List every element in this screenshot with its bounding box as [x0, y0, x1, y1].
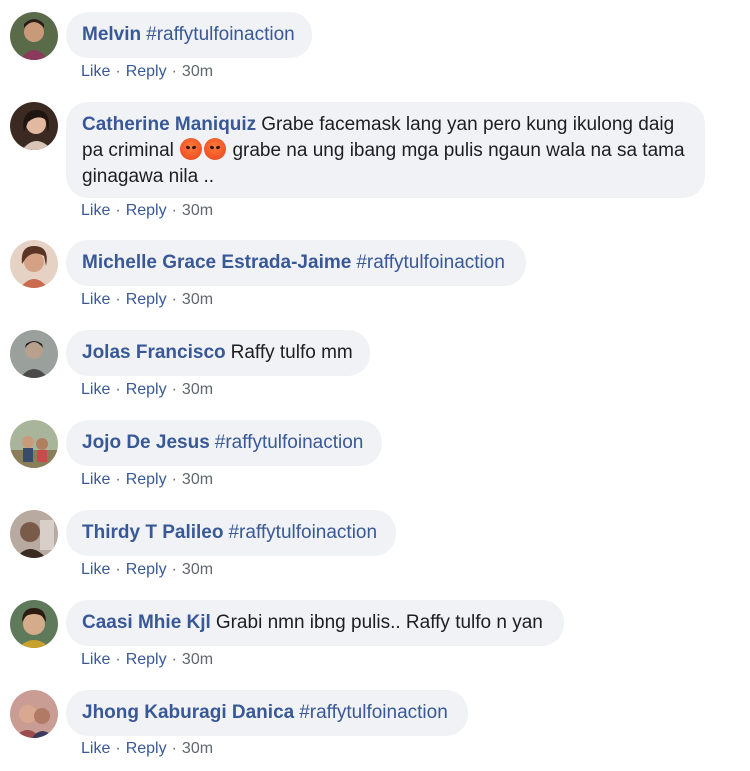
- reply-link[interactable]: Reply: [126, 561, 167, 578]
- angry-face-emoji: [204, 138, 227, 160]
- comment-bubble: Melvin #raffytulfoinaction: [66, 12, 312, 58]
- hashtag-link[interactable]: #raffytulfoinaction: [146, 24, 295, 45]
- angry-face-emoji: [180, 138, 203, 160]
- like-link[interactable]: Like: [81, 381, 110, 398]
- comment-bubble: Michelle Grace Estrada-Jaime #raffytulfoi…: [66, 240, 526, 286]
- commenter-name[interactable]: Caasi Mhie Kjl: [82, 612, 211, 633]
- reply-link[interactable]: Reply: [126, 471, 167, 488]
- comment-actions: Like · Reply · 30m: [81, 291, 214, 308]
- avatar[interactable]: [10, 102, 58, 150]
- avatar[interactable]: [10, 690, 58, 738]
- comment-actions: Like · Reply · 30m: [81, 381, 214, 398]
- avatar[interactable]: [10, 12, 58, 60]
- timestamp[interactable]: 30m: [182, 561, 213, 578]
- like-link[interactable]: Like: [81, 63, 110, 80]
- comment-bubble: Jhong Kaburagi Danica #raffytulfoinaction: [66, 690, 468, 736]
- reply-link[interactable]: Reply: [126, 202, 167, 219]
- commenter-name[interactable]: Catherine Maniquiz: [82, 114, 256, 135]
- like-link[interactable]: Like: [81, 561, 110, 578]
- like-link[interactable]: Like: [81, 471, 110, 488]
- commenter-name[interactable]: Jojo De Jesus: [82, 432, 210, 453]
- commenter-name[interactable]: Melvin: [82, 24, 141, 45]
- comment-text: Raffy tulfo mm: [230, 342, 353, 363]
- hashtag-link[interactable]: #raffytulfoinaction: [356, 252, 505, 273]
- avatar[interactable]: [10, 240, 58, 288]
- commenter-name[interactable]: Jhong Kaburagi Danica: [82, 702, 294, 723]
- like-link[interactable]: Like: [81, 651, 110, 668]
- comment-actions: Like · Reply · 30m: [81, 63, 214, 80]
- avatar[interactable]: [10, 330, 58, 378]
- comment-bubble: Catherine Maniquiz Grabe facemask lang ya…: [66, 102, 705, 198]
- comment-bubble: Thirdy T Palileo #raffytulfoinaction: [66, 510, 396, 556]
- commenter-name[interactable]: Jolas Francisco: [82, 342, 226, 363]
- reply-link[interactable]: Reply: [126, 291, 167, 308]
- avatar[interactable]: [10, 600, 58, 648]
- comment-text: Grabi nmn ibng pulis.. Raffy tulfo n yan: [215, 612, 543, 633]
- avatar[interactable]: [10, 420, 58, 468]
- timestamp[interactable]: 30m: [182, 63, 213, 80]
- timestamp[interactable]: 30m: [182, 651, 213, 668]
- avatar[interactable]: [10, 510, 58, 558]
- commenter-name[interactable]: Michelle Grace Estrada-Jaime: [82, 252, 351, 273]
- like-link[interactable]: Like: [81, 740, 110, 757]
- comment-actions: Like · Reply · 30m: [81, 561, 214, 578]
- comment-actions: Like · Reply · 30m: [81, 202, 214, 219]
- hashtag-link[interactable]: #raffytulfoinaction: [215, 432, 364, 453]
- timestamp[interactable]: 30m: [182, 740, 213, 757]
- reply-link[interactable]: Reply: [126, 740, 167, 757]
- comment-actions: Like · Reply · 30m: [81, 471, 214, 488]
- timestamp[interactable]: 30m: [182, 381, 213, 398]
- reply-link[interactable]: Reply: [126, 651, 167, 668]
- comment-actions: Like · Reply · 30m: [81, 740, 214, 757]
- reply-link[interactable]: Reply: [126, 63, 167, 80]
- comment-bubble: Jojo De Jesus #raffytulfoinaction: [66, 420, 382, 466]
- hashtag-link[interactable]: #raffytulfoinaction: [299, 702, 448, 723]
- comment-bubble: Caasi Mhie Kjl Grabi nmn ibng pulis.. Raf…: [66, 600, 564, 646]
- like-link[interactable]: Like: [81, 202, 110, 219]
- timestamp[interactable]: 30m: [182, 291, 213, 308]
- commenter-name[interactable]: Thirdy T Palileo: [82, 522, 223, 543]
- hashtag-link[interactable]: #raffytulfoinaction: [228, 522, 377, 543]
- reply-link[interactable]: Reply: [126, 381, 167, 398]
- timestamp[interactable]: 30m: [182, 471, 213, 488]
- timestamp[interactable]: 30m: [182, 202, 213, 219]
- comment-actions: Like · Reply · 30m: [81, 651, 214, 668]
- comment-bubble: Jolas Francisco Raffy tulfo mm: [66, 330, 370, 376]
- like-link[interactable]: Like: [81, 291, 110, 308]
